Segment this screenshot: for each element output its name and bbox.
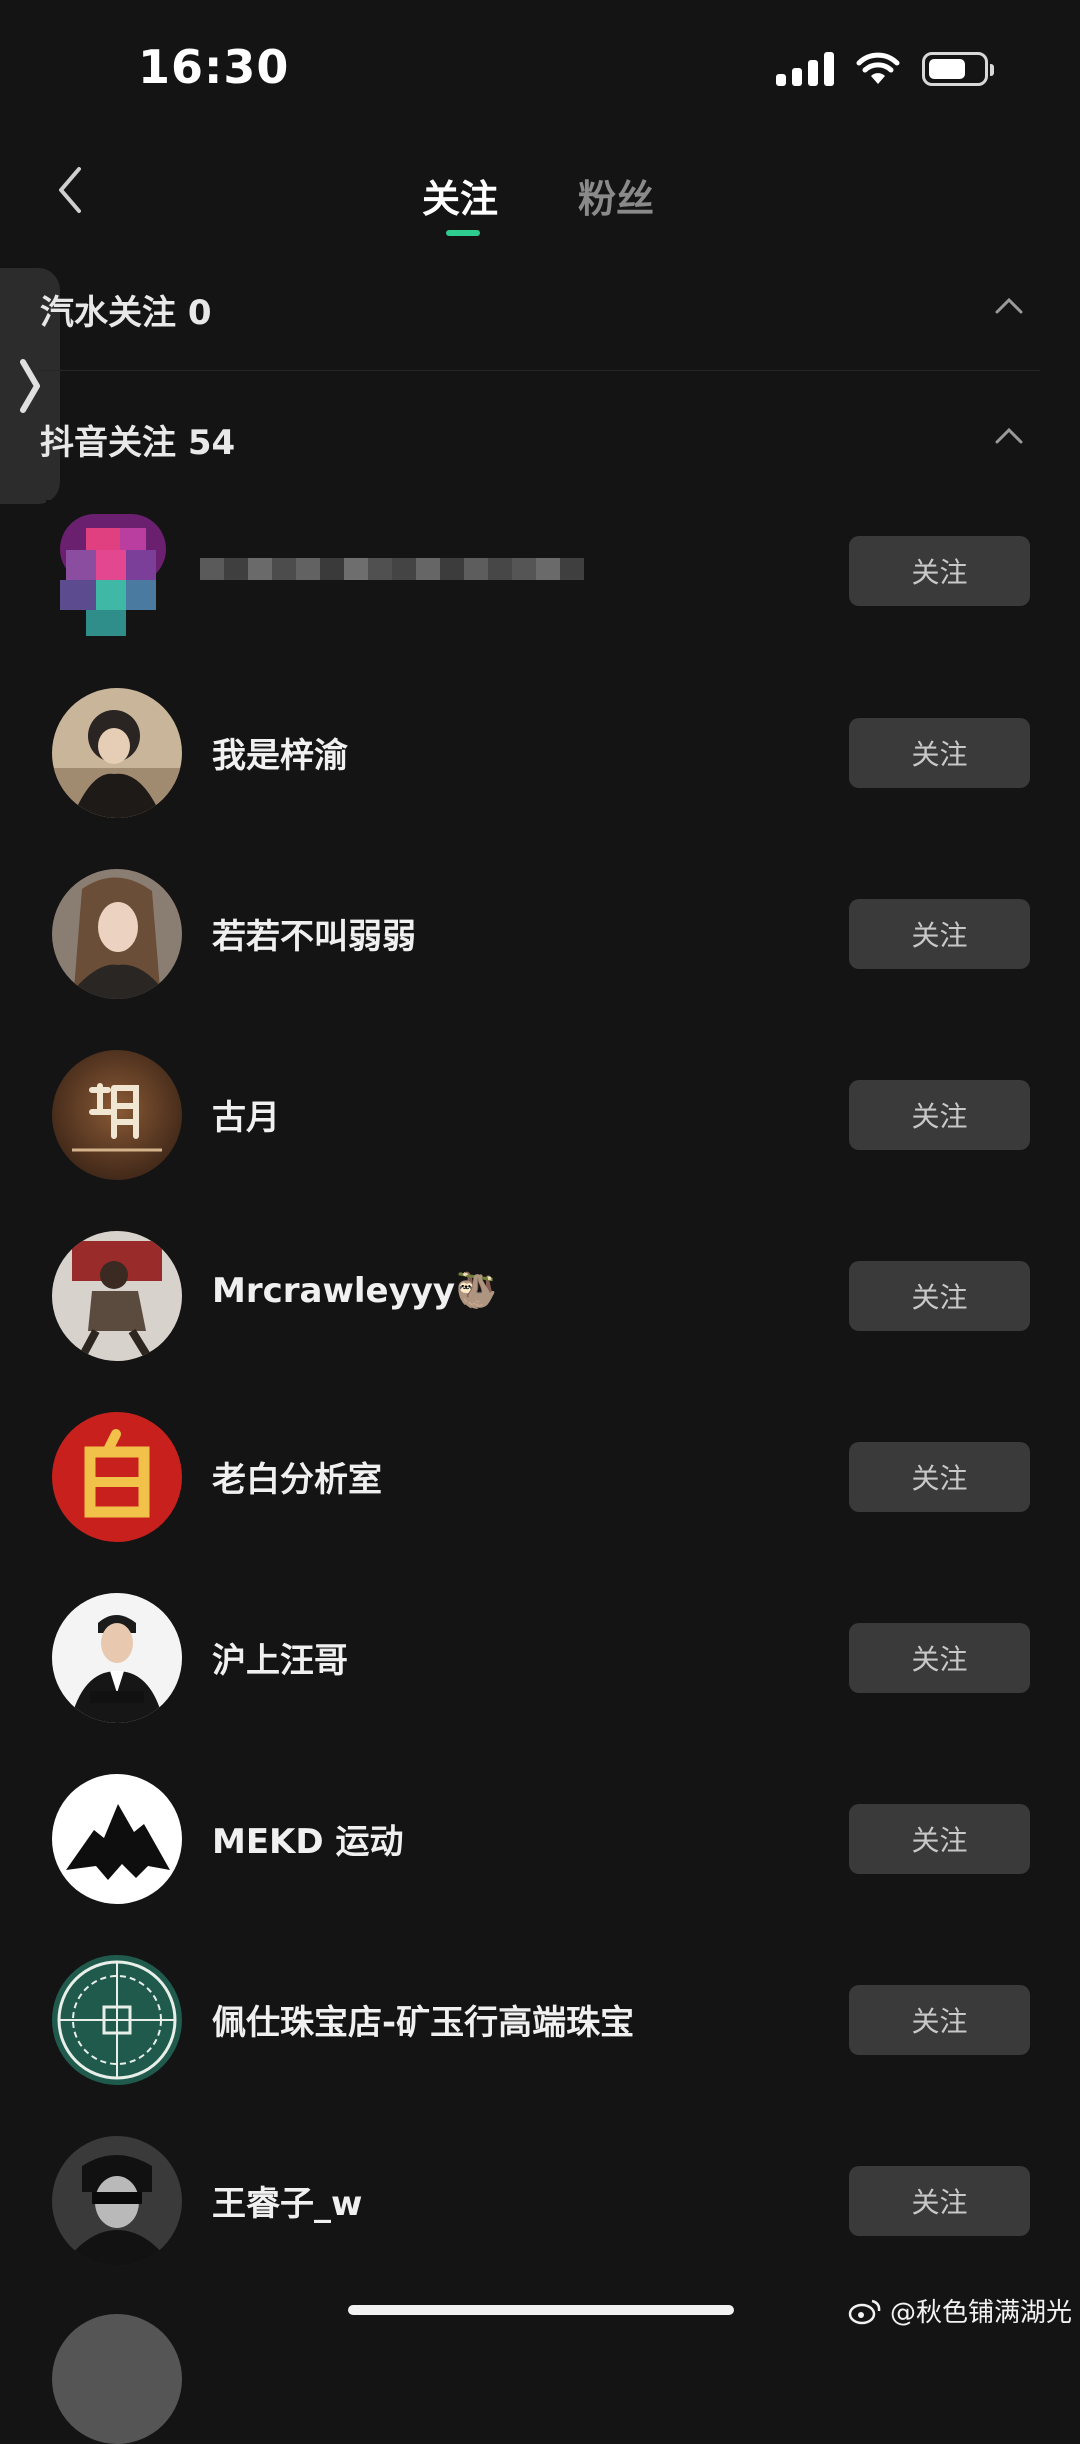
weibo-icon (848, 2299, 881, 2324)
portrait-avatar[interactable] (52, 688, 182, 818)
home-indicator[interactable] (348, 2305, 734, 2315)
status-icons (776, 52, 994, 86)
mountain-logo-avatar[interactable] (52, 1774, 182, 1904)
suit-portrait-avatar[interactable] (52, 1593, 182, 1723)
user-name: 王睿子_w (212, 2184, 363, 2224)
blurred-name (200, 558, 584, 580)
cellular-signal-icon (776, 52, 834, 86)
list-item[interactable]: 王睿子_w 关注 (0, 2110, 1080, 2291)
watermark-text: @秋色铺满湖光 (889, 2298, 1072, 2328)
status-bar: 16:30 (0, 0, 1080, 140)
follow-button[interactable]: 关注 (849, 536, 1030, 606)
portrait-avatar[interactable] (52, 869, 182, 999)
user-name: 佩仕珠宝店-矿玉行高端珠宝 (212, 2003, 635, 2043)
user-name: 若若不叫弱弱 (212, 917, 416, 957)
list-item[interactable]: 古月 关注 (0, 1024, 1080, 1205)
list-item[interactable]: 若若不叫弱弱 关注 (0, 843, 1080, 1024)
chevron-up-icon[interactable] (994, 291, 1024, 321)
bai-character-avatar[interactable] (52, 1412, 182, 1542)
follow-button[interactable]: 关注 (849, 899, 1030, 969)
calligraphy-hu-avatar[interactable] (52, 1050, 182, 1180)
section-douyin-follow[interactable]: 抖音关注 54 (0, 385, 1080, 485)
pixelated-avatar[interactable] (46, 500, 180, 640)
section-title: 抖音关注 54 (40, 423, 236, 463)
avatar (52, 2314, 182, 2444)
chevron-up-icon[interactable] (994, 421, 1024, 451)
follow-button[interactable]: 关注 (849, 718, 1030, 788)
user-name: 老白分析室 (212, 1460, 382, 1500)
follow-button[interactable]: 关注 (849, 1623, 1030, 1693)
follow-button[interactable]: 关注 (849, 1804, 1030, 1874)
user-name: 古月 (212, 1098, 280, 1138)
back-arrow-icon (59, 167, 81, 213)
sunglasses-portrait-avatar[interactable] (52, 2136, 182, 2266)
watermark: @秋色铺满湖光 (848, 2292, 1072, 2329)
photo-avatar[interactable] (52, 1231, 182, 1361)
list-item[interactable]: 老白分析室 关注 (0, 1386, 1080, 1567)
status-time: 16:30 (138, 40, 290, 94)
list-item[interactable]: Mrcrawleyyy🦥 关注 (0, 1205, 1080, 1386)
divider (40, 370, 1040, 371)
list-item[interactable]: 沪上汪哥 关注 (0, 1567, 1080, 1748)
section-title: 汽水关注 0 (40, 293, 212, 333)
list-item[interactable]: 我是梓渝 关注 (0, 662, 1080, 843)
user-name: 沪上汪哥 (212, 1641, 348, 1681)
tab-following[interactable]: 关注 (422, 168, 498, 223)
back-button[interactable] (40, 160, 100, 220)
section-qishui-follow[interactable]: 汽水关注 0 (0, 255, 1080, 355)
user-name: Mrcrawleyyy🦥 (212, 1271, 498, 1311)
follow-button[interactable]: 关注 (849, 1442, 1030, 1512)
follow-button[interactable]: 关注 (849, 1261, 1030, 1331)
nav-bar: 关注 粉丝 (0, 140, 1080, 250)
tab-fans[interactable]: 粉丝 (578, 168, 654, 223)
follow-button[interactable]: 关注 (849, 2166, 1030, 2236)
follow-button[interactable]: 关注 (849, 1080, 1030, 1150)
list-item[interactable]: MEKD 运动 关注 (0, 1748, 1080, 1929)
follow-button[interactable]: 关注 (849, 1985, 1030, 2055)
battery-icon (922, 52, 994, 86)
user-name: MEKD 运动 (212, 1822, 404, 1862)
user-name: 我是梓渝 (212, 736, 348, 776)
active-tab-indicator (446, 230, 480, 236)
list-item[interactable]: 佩仕珠宝店-矿玉行高端珠宝 关注 (0, 1929, 1080, 2110)
wifi-icon (856, 52, 900, 84)
list-item[interactable]: 关注 (0, 480, 1080, 661)
jade-pattern-avatar[interactable] (52, 1955, 182, 2085)
